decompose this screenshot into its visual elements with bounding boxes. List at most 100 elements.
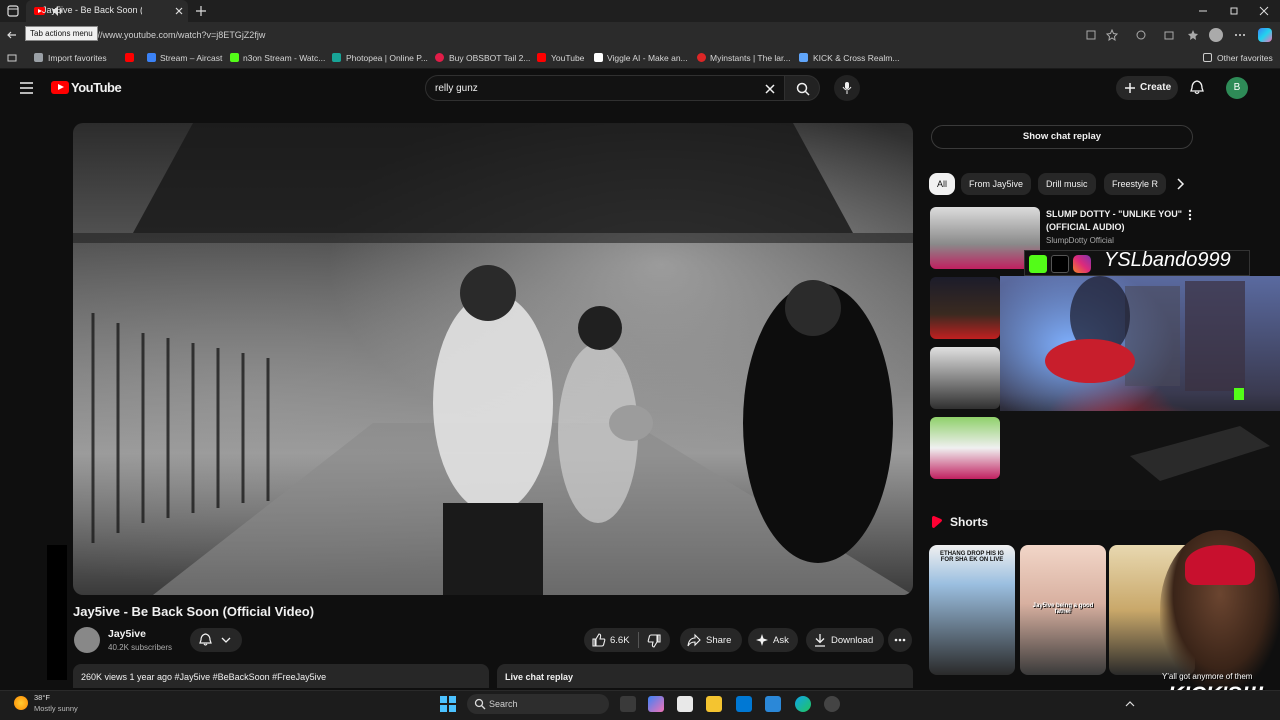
import-favorites-icon	[34, 53, 43, 62]
download-button[interactable]: Download	[806, 628, 884, 652]
store-icon[interactable]	[677, 696, 693, 712]
bookmark-kick-cross[interactable]: KICK & Cross Realm...	[813, 53, 899, 63]
rec-channel-1[interactable]: SlumpDotty Official	[1046, 236, 1114, 245]
more-options-icon[interactable]	[1234, 29, 1246, 41]
weather-description: Mostly sunny	[34, 704, 78, 713]
share-icon	[687, 633, 701, 647]
tab-actions-icon[interactable]	[7, 5, 19, 17]
rec-thumbnail-4[interactable]	[930, 417, 1000, 479]
chevron-right-icon[interactable]	[1175, 178, 1185, 190]
chip-freestyle[interactable]: Freestyle R	[1104, 173, 1166, 195]
live-chat-replay-label: Live chat replay	[505, 672, 574, 682]
channel-name[interactable]: Jay5ive	[108, 628, 146, 640]
file-explorer-icon[interactable]	[706, 696, 722, 712]
other-favorites[interactable]: Other favorites	[1217, 53, 1273, 63]
weather-temperature[interactable]: 38°F	[34, 693, 50, 702]
shorts-heading: Shorts	[950, 515, 989, 529]
bookmark-obsbot[interactable]: Buy OBSBOT Tail 2...	[449, 53, 530, 63]
back-arrow-icon[interactable]	[6, 29, 18, 41]
bookmark-viggle[interactable]: Viggle AI - Make an...	[607, 53, 688, 63]
minimize-icon[interactable]	[1197, 5, 1209, 17]
search-input[interactable]: relly gunz	[425, 75, 785, 101]
settings-gear-icon[interactable]	[824, 696, 840, 712]
meme-caption: Y'all got anymore of them	[1162, 672, 1253, 681]
bookmark-import-favorites[interactable]: Import favorites	[48, 53, 107, 63]
taskbar-search-icon	[474, 698, 486, 710]
ask-label: Ask	[773, 635, 789, 646]
chip-all[interactable]: All	[929, 173, 956, 195]
rec-thumbnail-2[interactable]	[930, 277, 1000, 339]
new-tab-icon[interactable]	[195, 5, 207, 17]
microphone-icon	[842, 82, 852, 94]
description-meta: 260K views 1 year ago #Jay5ive #BeBackSo…	[81, 672, 327, 682]
kick-icon	[230, 53, 239, 62]
account-avatar[interactable]: B	[1226, 77, 1248, 99]
clear-search-icon[interactable]	[764, 83, 776, 95]
photopea-icon	[332, 53, 341, 62]
window-close-icon[interactable]	[1258, 5, 1270, 17]
more-actions-button[interactable]	[888, 628, 912, 652]
youtube-bookmark-icon[interactable]	[125, 53, 134, 62]
favorites-icon[interactable]	[1187, 29, 1199, 41]
tray-chevron-up-icon[interactable]	[1125, 700, 1135, 708]
search-query: relly gunz	[435, 83, 478, 94]
extensions-icon[interactable]	[1163, 29, 1175, 41]
photos-icon[interactable]	[765, 696, 781, 712]
edge-browser-icon[interactable]	[795, 696, 811, 712]
subscriber-count: 40.2K subscribers	[108, 643, 173, 652]
rec-title-1[interactable]: SLUMP DOTTY - "UNLIKE YOU" (OFFICIAL AUD…	[1046, 208, 1186, 234]
refresh-icon[interactable]	[1135, 29, 1147, 41]
chip-from-jay5ive[interactable]: From Jay5ive	[961, 173, 1032, 195]
short-thumbnail-2[interactable]: Jay5ive being a good father	[1020, 545, 1106, 675]
profile-avatar[interactable]	[1209, 28, 1223, 42]
shorts-logo-icon	[932, 516, 942, 528]
chip-drill-music[interactable]: Drill music	[1038, 173, 1096, 195]
like-count[interactable]: 6.6K	[610, 635, 630, 646]
copilot-icon[interactable]	[1258, 28, 1272, 42]
channel-avatar[interactable]	[74, 627, 100, 653]
windows-taskbar	[0, 690, 1280, 720]
favorite-star-icon[interactable]	[1106, 29, 1118, 41]
create-button[interactable]: Create	[1116, 76, 1178, 100]
streamer-handle: YSLbando999	[1104, 249, 1231, 271]
search-button[interactable]	[784, 75, 820, 101]
subscription-bell-button[interactable]	[190, 628, 242, 652]
youtube-logo-text[interactable]: YouTube	[71, 80, 122, 95]
voice-search-button[interactable]	[834, 75, 860, 101]
outlook-icon[interactable]	[736, 696, 752, 712]
bookmark-youtube[interactable]: YouTube	[551, 53, 584, 63]
rec-thumbnail-3[interactable]	[930, 347, 1000, 409]
short-caption-1: ETHANG DROP HIS IG FOR SHA EK ON LIVE	[940, 551, 1004, 563]
collections-icon[interactable]	[7, 53, 17, 63]
tab-close-icon[interactable]	[174, 6, 184, 16]
more-vertical-icon[interactable]	[1187, 209, 1193, 221]
thumbs-up-icon[interactable]	[592, 633, 606, 647]
share-button[interactable]: Share	[680, 628, 742, 652]
notifications-bell-icon[interactable]	[1190, 80, 1204, 95]
short-thumbnail-1[interactable]: ETHANG DROP HIS IG FOR SHA EK ON LIVE	[929, 545, 1015, 675]
tab-title: Jay5ive - Be Back Soon (Offic	[42, 5, 142, 15]
windows-start-icon[interactable]	[440, 696, 456, 712]
thumbs-down-icon[interactable]	[647, 634, 661, 648]
youtube-logo-icon[interactable]	[51, 81, 69, 94]
bookmark-n3on[interactable]: n3on Stream - Watc...	[243, 53, 325, 63]
taskbar-search[interactable]: Search	[467, 694, 609, 714]
more-horizontal-icon	[894, 638, 906, 642]
reader-view-icon[interactable]	[1085, 29, 1097, 41]
ask-button[interactable]: Ask	[748, 628, 798, 652]
instagram-logo-icon	[1073, 255, 1091, 273]
task-view-icon[interactable]	[620, 696, 636, 712]
address-bar[interactable]: ://www.youtube.com/watch?v=j8ETGjZ2fjw	[95, 30, 265, 40]
weather-sun-icon[interactable]	[14, 696, 28, 710]
chevron-down-icon	[221, 637, 231, 643]
video-frame	[73, 123, 913, 595]
bookmark-photopea[interactable]: Photopea | Online P...	[346, 53, 428, 63]
show-chat-replay-button[interactable]: Show chat replay	[931, 125, 1193, 149]
video-player[interactable]	[73, 123, 913, 595]
restore-icon[interactable]	[1228, 5, 1240, 17]
bookmark-myinstants[interactable]: Myinstants | The lar...	[710, 53, 790, 63]
hamburger-menu-icon[interactable]	[19, 81, 34, 95]
copilot-taskbar-icon[interactable]	[648, 696, 664, 712]
bookmark-aircast[interactable]: Stream – Aircast	[160, 53, 222, 63]
create-label: Create	[1140, 82, 1172, 93]
